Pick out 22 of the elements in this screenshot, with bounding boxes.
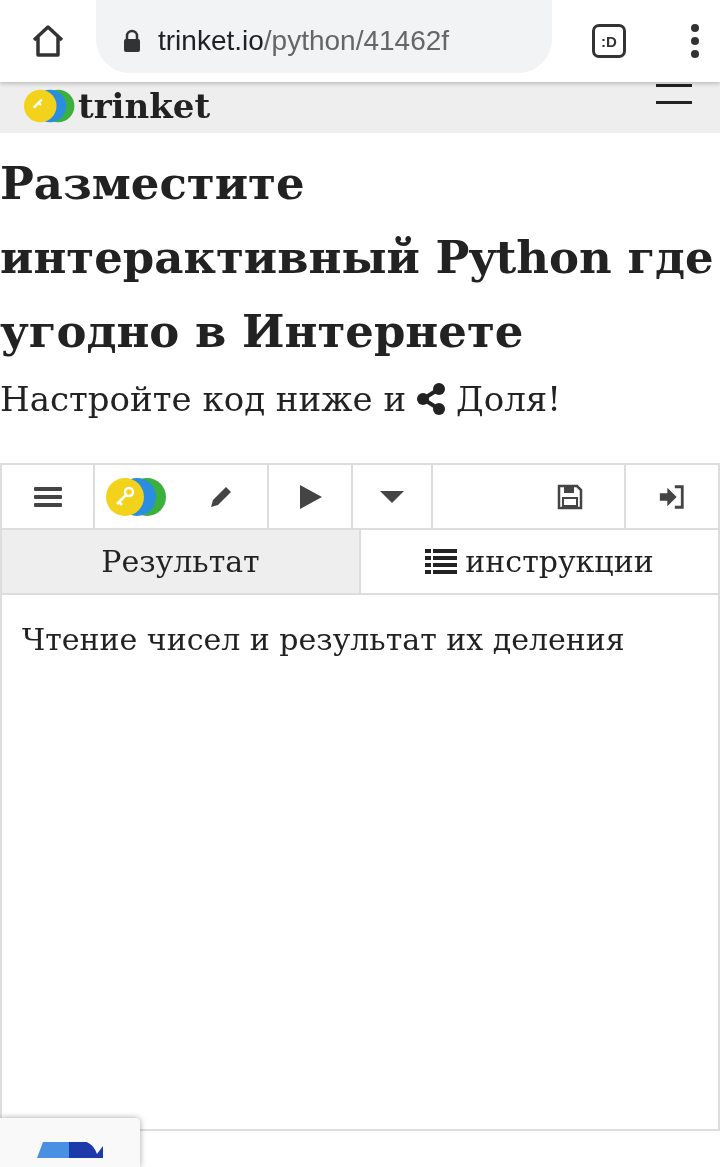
lock-icon bbox=[122, 29, 142, 53]
logo-icon[interactable] bbox=[105, 476, 167, 517]
page-heading: Разместите интерактивный Python где угодно в Интернете bbox=[0, 156, 715, 360]
address-bar[interactable]: trinket.io/python/41462f bbox=[96, 0, 552, 73]
caret-icon bbox=[380, 490, 404, 503]
subtitle-text: Настройте код ниже и bbox=[0, 379, 407, 419]
more-icon[interactable] bbox=[690, 23, 700, 59]
refresh-arrow-icon bbox=[37, 1142, 103, 1158]
url-path: /python/41462f bbox=[263, 25, 450, 56]
menu-icon[interactable] bbox=[656, 82, 692, 106]
save-icon bbox=[556, 482, 584, 511]
url-host: trinket.io bbox=[158, 25, 264, 56]
home-icon[interactable] bbox=[30, 23, 66, 59]
tab-switcher-button[interactable]: :D bbox=[592, 24, 626, 58]
share-icon bbox=[416, 383, 447, 415]
logo-icon[interactable] bbox=[24, 89, 76, 123]
list-icon bbox=[425, 548, 458, 575]
sign-in-icon bbox=[658, 482, 686, 511]
brand-name[interactable]: trinket bbox=[78, 86, 211, 126]
instructions-text: Чтение чисел и результат их деления bbox=[22, 621, 626, 659]
editor-tab[interactable]: Результат bbox=[2, 530, 361, 593]
share-link[interactable]: Доля! bbox=[456, 379, 561, 419]
